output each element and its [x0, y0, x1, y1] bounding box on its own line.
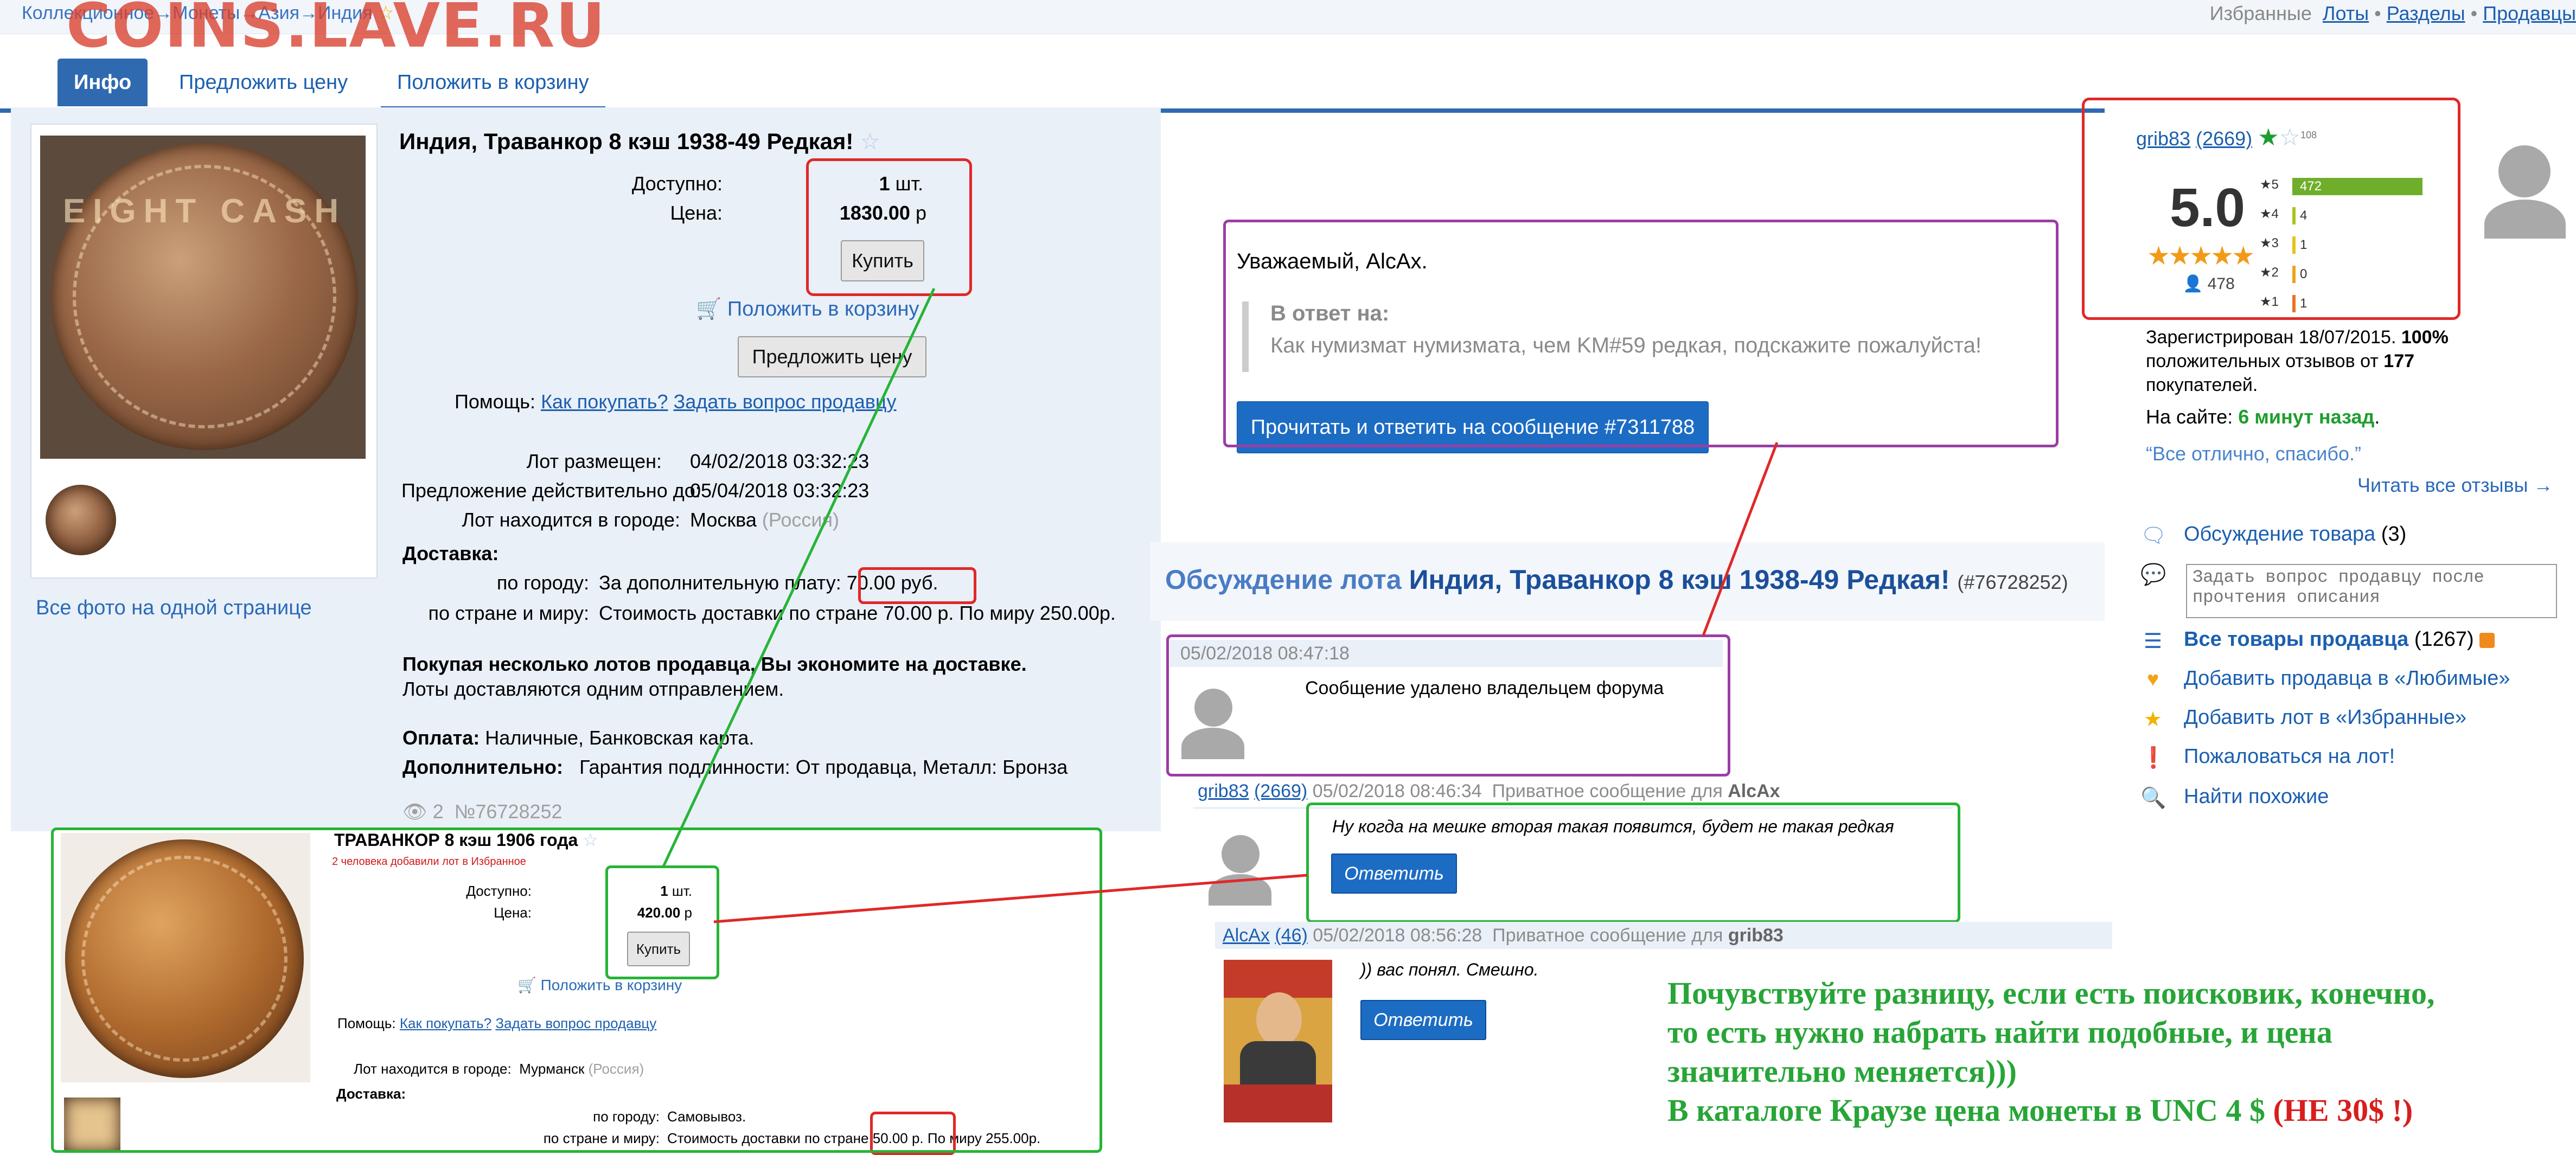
annotation-line: то есть нужно набрать найти подобные, и … — [1667, 1015, 2332, 1050]
annotation-line: В каталоге Краузе цена монеты в UNC 4 $ … — [1667, 1091, 2435, 1130]
annotation-line: Почувствуйте разницу, если есть поискови… — [1667, 976, 2435, 1011]
annotation-line4a: В каталоге Краузе цена монеты в UNC 4 $ — [1667, 1093, 2265, 1128]
green-connector — [661, 287, 936, 869]
annotation-line4b: (НЕ 30$ !) — [2273, 1093, 2413, 1128]
red-connector — [713, 874, 1308, 923]
annotation-text: Почувствуйте разницу, если есть поискови… — [1667, 974, 2435, 1130]
annotation-line: значительно меняется))) — [1667, 1054, 2017, 1089]
red-connector — [1702, 442, 1779, 636]
